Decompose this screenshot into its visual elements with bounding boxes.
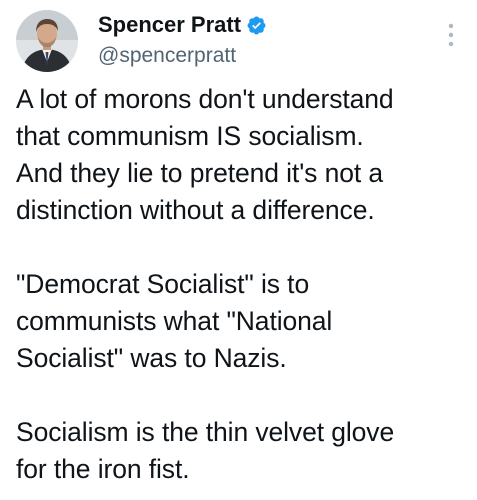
tweet-line: Socialism is the thin velvet glove	[16, 417, 395, 447]
tweet: Spencer Pratt @spencerpratt A lot of mor…	[0, 0, 477, 500]
tweet-paragraph: "Democrat Socialist" is to communists wh…	[16, 266, 471, 377]
more-options-icon[interactable]	[447, 22, 455, 48]
verified-badge-icon	[246, 15, 267, 36]
author-handle[interactable]: @spencerpratt	[98, 44, 267, 68]
tweet-paragraph: Socialism is the thin velvet glove for t…	[16, 414, 471, 488]
avatar[interactable]	[16, 10, 78, 72]
tweet-line: And they lie to pretend it's not a	[16, 158, 384, 188]
tweet-line: "Democrat Socialist" is to	[16, 269, 310, 299]
display-name-row: Spencer Pratt	[98, 10, 267, 40]
display-name[interactable]: Spencer Pratt	[98, 12, 241, 38]
tweet-paragraph: A lot of morons don't understand that co…	[16, 81, 471, 229]
tweet-line: communists what "National	[16, 306, 333, 336]
tweet-header: Spencer Pratt @spencerpratt	[16, 10, 461, 76]
tweet-line: A lot of morons don't understand	[16, 84, 394, 114]
tweet-line: that communism IS socialism.	[16, 121, 364, 151]
tweet-line: Socialist" was to Nazis.	[16, 343, 287, 373]
tweet-line: distinction without a difference.	[16, 195, 375, 225]
tweet-text: A lot of morons don't understand that co…	[16, 81, 471, 488]
author-info: Spencer Pratt @spencerpratt	[98, 10, 267, 68]
tweet-line: for the iron fist.	[16, 454, 190, 484]
avatar-photo-icon	[16, 10, 78, 72]
